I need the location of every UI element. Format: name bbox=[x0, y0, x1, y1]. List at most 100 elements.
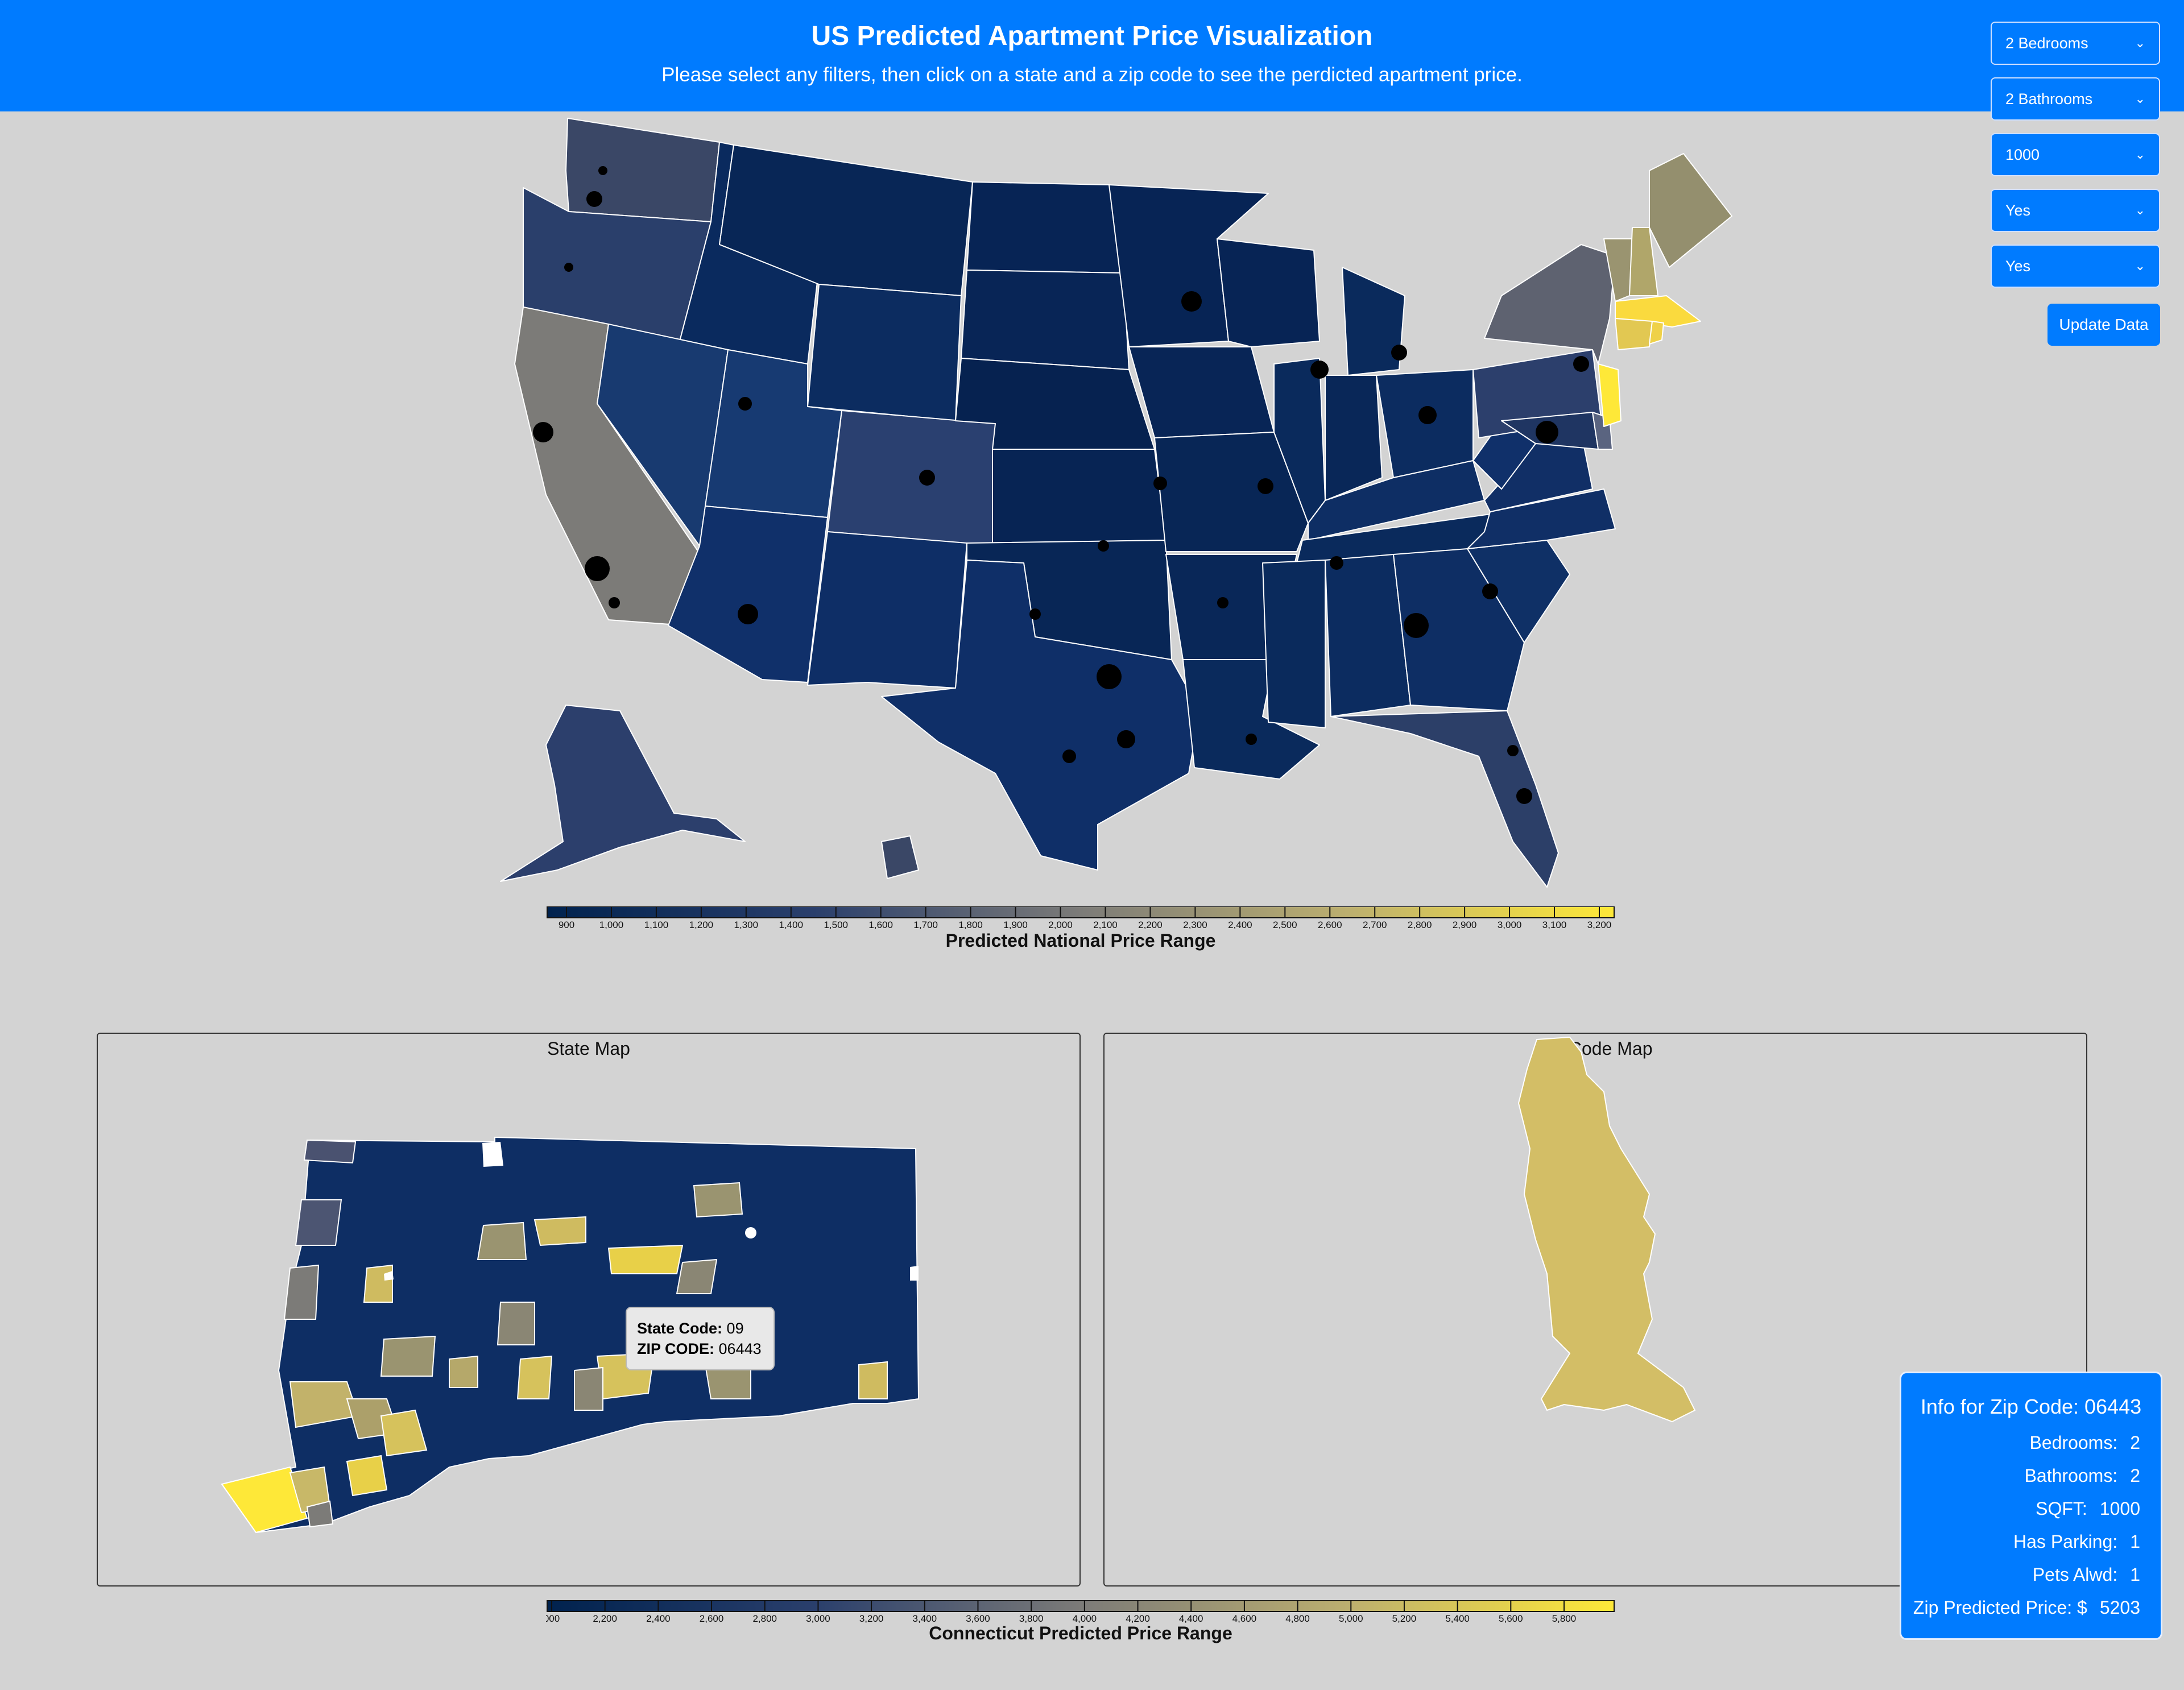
zip-06443-shape bbox=[1517, 1036, 1696, 1423]
ct-zip-region bbox=[497, 1302, 535, 1345]
info-row-price: Zip Predicted Price: $5203 bbox=[1913, 1597, 2140, 1618]
legend-tick-label: 2,000 bbox=[1048, 919, 1073, 929]
zip-info-title: Info for Zip Code: 06443 bbox=[1920, 1395, 2142, 1418]
legend-tick-label: 3,000 bbox=[806, 1613, 830, 1623]
legend-tick-label: 3,100 bbox=[1542, 919, 1567, 929]
state-legend-bar bbox=[547, 1600, 1615, 1612]
zip-code-map[interactable] bbox=[1502, 1035, 1820, 1444]
legend-tick-label: 2,600 bbox=[1318, 919, 1342, 929]
legend-tick-label: 2,100 bbox=[1093, 919, 1118, 929]
state-mississippi bbox=[1262, 560, 1326, 728]
state-washington bbox=[565, 118, 720, 222]
state-connecticut bbox=[1615, 318, 1653, 350]
state-north-dakota bbox=[966, 181, 1124, 274]
state-map-title: State Map bbox=[547, 1038, 630, 1059]
state-hawaii bbox=[881, 835, 919, 879]
national-legend-title: Predicted National Price Range bbox=[945, 930, 1216, 951]
legend-tick-label: 4,000 bbox=[1073, 1613, 1097, 1623]
state-new-mexico bbox=[807, 531, 967, 689]
state-wisconsin bbox=[1217, 238, 1320, 347]
legend-tick-label: 1,200 bbox=[689, 919, 714, 929]
state-wyoming bbox=[807, 284, 962, 421]
ct-zip-region bbox=[676, 1258, 718, 1294]
legend-tick-label: 1,100 bbox=[644, 919, 669, 929]
legend-tick-label: 1,700 bbox=[913, 919, 938, 929]
us-map[interactable] bbox=[0, 0, 2184, 910]
state-south-dakota bbox=[961, 270, 1130, 370]
legend-tick-label: 3,200 bbox=[1587, 919, 1612, 929]
state-maine bbox=[1649, 153, 1732, 268]
info-row-sqft: SQFT: 1000 bbox=[2036, 1498, 2140, 1519]
legend-tick-label: 2,400 bbox=[1228, 919, 1252, 929]
legend-tick-label: 1,500 bbox=[824, 919, 848, 929]
legend-tick-label: 1,800 bbox=[958, 919, 983, 929]
legend-tick-label: 4,800 bbox=[1285, 1613, 1310, 1623]
legend-tick-label: 5,400 bbox=[1445, 1613, 1470, 1623]
info-row-bathrooms: Bathrooms: 2 bbox=[2024, 1465, 2140, 1486]
state-indiana bbox=[1325, 375, 1383, 501]
legend-tick-label: 1,400 bbox=[779, 919, 804, 929]
info-row-parking: Has Parking: 1 bbox=[2013, 1531, 2140, 1552]
ct-zip-region bbox=[574, 1366, 603, 1411]
legend-tick-label: 2,900 bbox=[1453, 919, 1477, 929]
ct-zip-region bbox=[295, 1199, 342, 1246]
legend-tick-label: 4,400 bbox=[1179, 1613, 1203, 1623]
tooltip-zip-label: ZIP CODE: bbox=[637, 1340, 715, 1357]
state-new-york bbox=[1484, 244, 1616, 364]
state-rhode-island bbox=[1649, 321, 1664, 345]
legend-tick-label: 5,200 bbox=[1392, 1613, 1417, 1623]
legend-tick-label: 1,900 bbox=[1003, 919, 1028, 929]
legend-tick-label: 3,800 bbox=[1019, 1613, 1044, 1623]
ct-zip-region bbox=[533, 1216, 586, 1246]
ct-zip-region bbox=[449, 1355, 478, 1388]
legend-tick-label: 3,600 bbox=[966, 1613, 990, 1623]
ct-zip-region bbox=[477, 1221, 527, 1260]
legend-tick-label: 3,200 bbox=[859, 1613, 884, 1623]
legend-tick-label: 5,600 bbox=[1499, 1613, 1523, 1623]
legend-tick-label: 4,200 bbox=[1126, 1613, 1150, 1623]
ct-zip-region bbox=[516, 1355, 553, 1399]
legend-tick-label: 5,000 bbox=[1339, 1613, 1363, 1623]
state-kansas bbox=[992, 449, 1167, 544]
tooltip-state-label: State Code: bbox=[637, 1320, 723, 1337]
legend-tick-label: 1,000 bbox=[599, 919, 624, 929]
legend-tick-label: 3,000 bbox=[1498, 919, 1522, 929]
legend-tick-label: 1,600 bbox=[868, 919, 893, 929]
legend-tick-label: 5,800 bbox=[1552, 1613, 1577, 1623]
info-row-pets: Pets Alwd: 1 bbox=[2032, 1564, 2140, 1585]
legend-tick-label: 000 bbox=[546, 1613, 560, 1623]
legend-tick-label: 2,800 bbox=[1408, 919, 1432, 929]
legend-tick-label: 4,600 bbox=[1232, 1613, 1257, 1623]
legend-tick-label: 2,400 bbox=[646, 1613, 671, 1623]
state-colorado bbox=[827, 410, 996, 546]
ct-zip-region bbox=[607, 1244, 684, 1274]
zip-info-panel: Info for Zip Code: 06443 Bedrooms: 2 Bath… bbox=[1900, 1372, 2162, 1640]
legend-tick-label: 1,300 bbox=[734, 919, 759, 929]
ct-zip-region bbox=[363, 1264, 393, 1303]
national-legend: 900 1,000 1,100 1,200 1,300 1,400 1,500 1,600 1,… bbox=[547, 906, 1615, 929]
legend-tick-label: 2,500 bbox=[1273, 919, 1297, 929]
hover-tooltip: State Code: 09 ZIP CODE: 06443 bbox=[626, 1307, 775, 1370]
legend-tick-label: 2,700 bbox=[1363, 919, 1387, 929]
connecticut-map[interactable] bbox=[210, 1132, 933, 1541]
info-row-bedrooms: Bedrooms: 2 bbox=[2029, 1432, 2140, 1453]
legend-tick-label: 2,200 bbox=[593, 1613, 617, 1623]
ct-zip-region bbox=[303, 1139, 357, 1164]
ct-zip-region bbox=[346, 1455, 388, 1497]
national-legend-bar bbox=[547, 906, 1615, 918]
state-legend-title: Connecticut Predicted Price Range bbox=[929, 1623, 1232, 1643]
ct-zip-region bbox=[693, 1182, 743, 1218]
state-legend: 000 2,200 2,400 2,600 2,800 3,000 3,200 3,400 3,… bbox=[546, 1600, 1615, 1623]
state-iowa bbox=[1128, 346, 1275, 438]
tooltip-zip-value: 06443 bbox=[718, 1340, 762, 1357]
ct-zip-region bbox=[283, 1264, 320, 1320]
legend-tick-label: 2,600 bbox=[700, 1613, 724, 1623]
tooltip-state-value: 09 bbox=[726, 1320, 744, 1337]
legend-tick-label: 3,400 bbox=[913, 1613, 937, 1623]
legend-tick-label: 2,200 bbox=[1138, 919, 1163, 929]
ct-zip-region bbox=[380, 1335, 436, 1377]
legend-tick-label: 2,800 bbox=[752, 1613, 777, 1623]
state-new-hampshire bbox=[1629, 227, 1658, 296]
legend-tick-label: 900 bbox=[559, 919, 574, 929]
ct-outline bbox=[221, 1136, 920, 1534]
